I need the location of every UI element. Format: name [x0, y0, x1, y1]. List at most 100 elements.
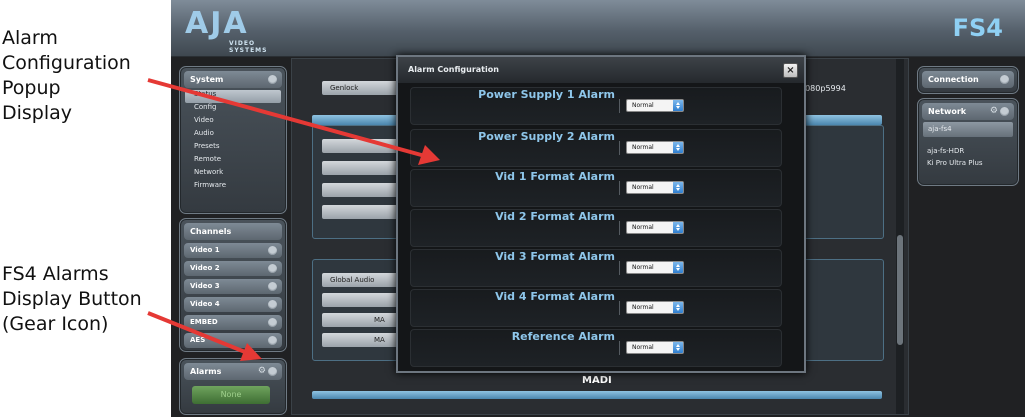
network-host-selected[interactable]: aja-fs4	[923, 122, 1013, 137]
channels-panel: Channels Video 1 Video 2 Video 3 Video 4…	[179, 218, 287, 352]
status-field	[322, 205, 400, 219]
divider	[619, 141, 620, 155]
gear-callout: FS4 Alarms Display Button (Gear Icon)	[2, 262, 142, 337]
ma-field: MA	[322, 333, 400, 347]
alarm-row-vid-4-format: Vid 4 Format Alarm Normal	[410, 289, 782, 327]
alarm-select-value: Normal	[632, 264, 654, 271]
alarm-row-power-supply-1: Power Supply 1 Alarm Normal	[410, 87, 782, 125]
madi-label: MADI	[582, 375, 612, 386]
connection-panel-title: Connection	[928, 75, 979, 84]
alarm-row-vid-2-format: Vid 2 Format Alarm Normal	[410, 209, 782, 247]
channel-label: Video 3	[190, 282, 220, 290]
connection-panel: Connection	[917, 66, 1019, 94]
nav-item-presets[interactable]: Presets	[180, 142, 286, 155]
channel-video-3[interactable]: Video 3	[184, 279, 282, 294]
popup-callout-line: Configuration	[2, 52, 131, 74]
alarm-select-value: Normal	[632, 184, 654, 191]
channel-label: AES	[190, 336, 206, 344]
alarm-select-value: Normal	[632, 102, 654, 109]
divider	[619, 181, 620, 195]
channel-label: Video 4	[190, 300, 220, 308]
channel-label: EMBED	[190, 318, 218, 326]
channel-video-1[interactable]: Video 1	[184, 243, 282, 258]
alarms-panel-title: Alarms	[190, 367, 222, 376]
popup-callout-line: Alarm	[2, 27, 58, 49]
collapse-icon[interactable]	[268, 75, 277, 84]
ma-field: MA	[322, 313, 400, 327]
channels-panel-header: Channels	[184, 223, 282, 240]
nav-item-config[interactable]: Config	[180, 103, 286, 116]
nav-item-audio[interactable]: Audio	[180, 129, 286, 142]
status-field	[322, 161, 400, 175]
gear-icon[interactable]: ⚙	[990, 106, 998, 117]
channel-embed[interactable]: EMBED	[184, 315, 282, 330]
alarm-configuration-dialog: Alarm Configuration × Power Supply 1 Ala…	[396, 55, 806, 373]
divider	[619, 301, 620, 315]
alarm-label: Power Supply 2 Alarm	[478, 130, 615, 143]
logo-subtext: VIDEO SYSTEMS	[229, 40, 268, 54]
system-panel-header[interactable]: System	[184, 71, 282, 88]
alarm-select-value: Normal	[632, 344, 654, 351]
alarm-label: Vid 2 Format Alarm	[495, 210, 615, 223]
popup-callout-line: Popup	[2, 77, 61, 99]
alarm-row-power-supply-2: Power Supply 2 Alarm Normal	[410, 129, 782, 167]
network-panel-header[interactable]: Network ⚙	[922, 103, 1014, 120]
alarm-label: Vid 4 Format Alarm	[495, 290, 615, 303]
connection-panel-header[interactable]: Connection	[922, 71, 1014, 88]
logo-text: AJA	[185, 6, 249, 41]
nav-item-status[interactable]: Status	[185, 90, 281, 103]
alarm-select-value: Normal	[632, 224, 654, 231]
fs4-web-ui: AJA VIDEO SYSTEMS FS4 System Status Conf…	[171, 0, 1025, 417]
model-name: FS4	[952, 14, 1003, 42]
dialog-title: Alarm Configuration	[408, 65, 499, 74]
nav-item-firmware[interactable]: Firmware	[180, 181, 286, 194]
alarm-select[interactable]: Normal	[626, 261, 684, 274]
system-panel: System Status Config Video Audio Presets…	[179, 66, 287, 214]
divider	[619, 221, 620, 235]
divider	[619, 261, 620, 275]
alarm-select[interactable]: Normal	[626, 301, 684, 314]
select-arrow-icon	[673, 100, 683, 111]
nav-item-network[interactable]: Network	[180, 168, 286, 181]
nav-item-remote[interactable]: Remote	[180, 155, 286, 168]
global-audio-field: Global Audio	[322, 273, 400, 287]
alarm-select[interactable]: Normal	[626, 99, 684, 112]
collapse-icon[interactable]	[268, 367, 277, 376]
channel-video-4[interactable]: Video 4	[184, 297, 282, 312]
select-arrow-icon	[673, 142, 683, 153]
channel-label: Video 2	[190, 264, 220, 272]
channel-video-2[interactable]: Video 2	[184, 261, 282, 276]
network-host[interactable]: Ki Pro Ultra Plus	[918, 157, 1018, 169]
channel-status-icon	[268, 282, 277, 291]
genlock-value: 1080p5994	[800, 84, 846, 93]
channel-status-icon	[268, 264, 277, 273]
network-host[interactable]: aja-fs-HDR	[918, 145, 1018, 157]
alarm-select[interactable]: Normal	[626, 341, 684, 354]
select-arrow-icon	[673, 302, 683, 313]
network-panel: Network ⚙ aja-fs4 aja-fs-HDR Ki Pro Ultr…	[917, 98, 1019, 186]
nav-item-video[interactable]: Video	[180, 116, 286, 129]
close-icon[interactable]: ×	[783, 63, 798, 78]
channel-status-icon	[268, 300, 277, 309]
alarm-select[interactable]: Normal	[626, 181, 684, 194]
system-panel-title: System	[190, 75, 224, 84]
channel-aes[interactable]: AES	[184, 333, 282, 348]
alarm-label: Vid 3 Format Alarm	[495, 250, 615, 263]
alarm-label: Vid 1 Format Alarm	[495, 170, 615, 183]
alarm-status-button[interactable]: None	[192, 386, 270, 404]
select-arrow-icon	[673, 262, 683, 273]
collapse-icon[interactable]	[1000, 75, 1009, 84]
gear-icon[interactable]: ⚙	[258, 366, 266, 377]
status-field	[322, 183, 400, 197]
alarm-label: Power Supply 1 Alarm	[478, 88, 615, 101]
select-arrow-icon	[673, 222, 683, 233]
scrollbar-thumb[interactable]	[897, 235, 903, 345]
collapse-icon[interactable]	[1000, 107, 1009, 116]
alarm-select[interactable]: Normal	[626, 141, 684, 154]
alarm-select-value: Normal	[632, 144, 654, 151]
channel-label: Video 1	[190, 246, 220, 254]
alarms-panel-header: Alarms ⚙	[184, 363, 282, 380]
dialog-titlebar: Alarm Configuration ×	[398, 57, 804, 83]
alarm-select[interactable]: Normal	[626, 221, 684, 234]
alarms-panel: Alarms ⚙ None	[179, 358, 287, 415]
